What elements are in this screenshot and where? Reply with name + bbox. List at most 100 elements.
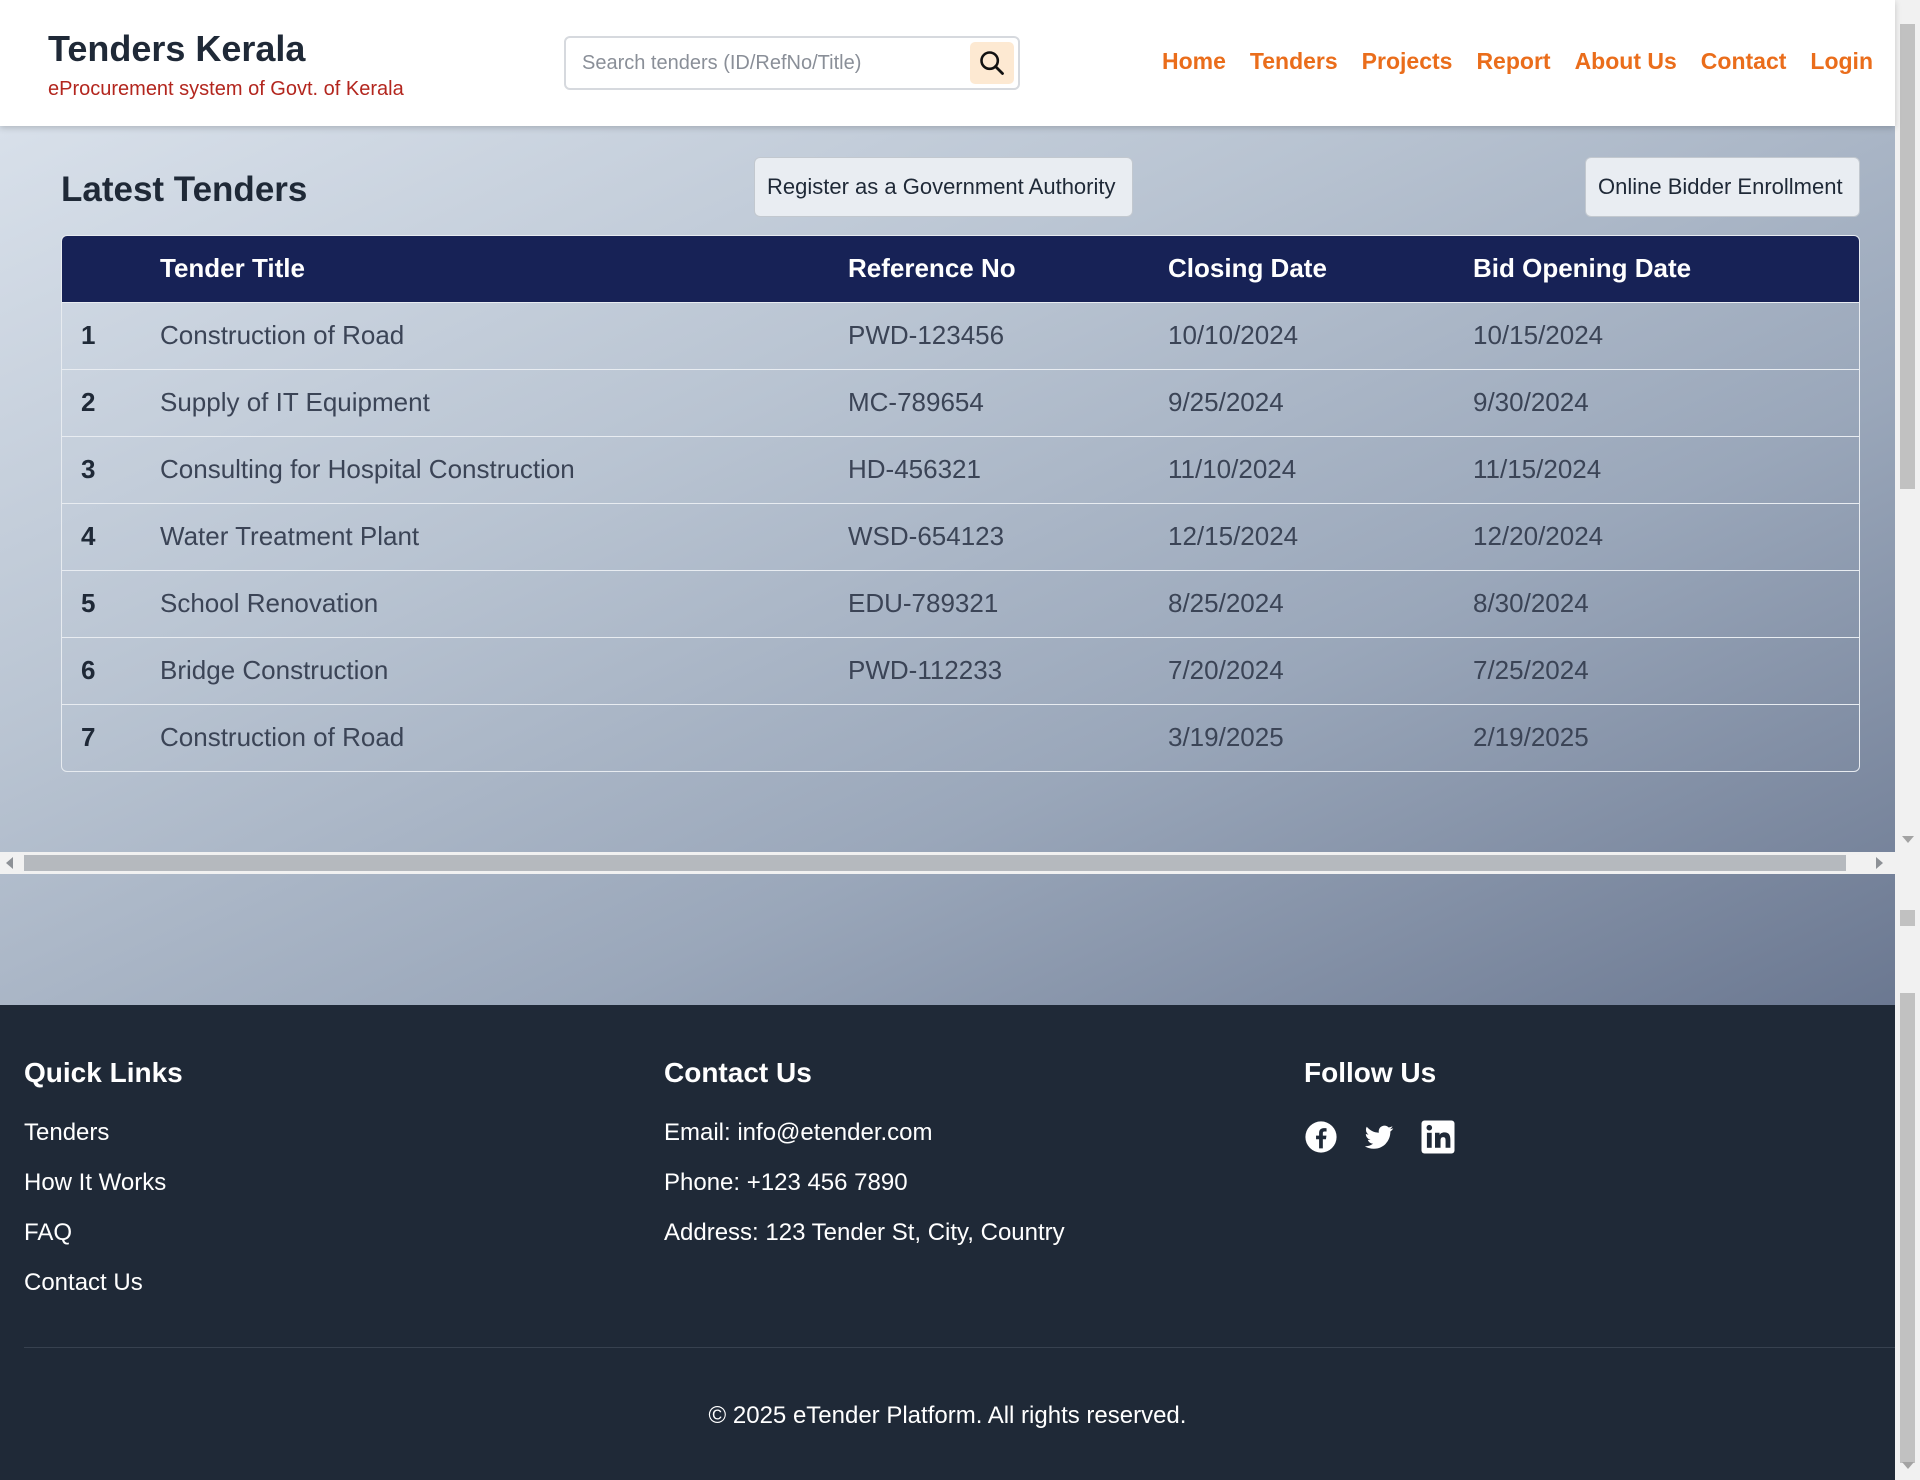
search-input[interactable] [582, 48, 952, 78]
table-row[interactable]: 7 Construction of Road 3/19/2025 2/19/20… [62, 703, 1859, 771]
reference-no: PWD-123456 [848, 301, 1168, 369]
row-number: 7 [62, 703, 160, 771]
column-header-closing: Closing Date [1168, 236, 1473, 302]
search-icon [980, 51, 1004, 75]
column-header-title: Tender Title [160, 236, 848, 302]
footer-link-how-it-works[interactable]: How It Works [24, 1169, 183, 1197]
table-row[interactable]: 5 School Renovation EDU-789321 8/25/2024… [62, 569, 1859, 637]
reference-no: MC-789654 [848, 368, 1168, 436]
table-row[interactable]: 4 Water Treatment Plant WSD-654123 12/15… [62, 502, 1859, 570]
column-header-index [62, 236, 160, 302]
main-nav: Home Tenders Projects Report About Us Co… [1162, 48, 1873, 75]
search-button[interactable] [970, 42, 1014, 84]
horizontal-scrollbar[interactable] [0, 852, 1895, 874]
follow-section: Follow Us [1304, 1057, 1456, 1155]
row-number: 5 [62, 569, 160, 637]
nav-login[interactable]: Login [1810, 48, 1873, 75]
bid-opening-date: 12/20/2024 [1473, 502, 1859, 570]
tender-title[interactable]: Supply of IT Equipment [160, 368, 848, 436]
bid-opening-date: 11/15/2024 [1473, 435, 1859, 503]
tender-title[interactable]: Consulting for Hospital Construction [160, 435, 848, 503]
footer-link-faq[interactable]: FAQ [24, 1219, 183, 1247]
closing-date: 3/19/2025 [1168, 703, 1473, 771]
scroll-down-arrow-icon[interactable] [1902, 836, 1914, 843]
bid-opening-date: 8/30/2024 [1473, 569, 1859, 637]
scroll-right-arrow-icon[interactable] [1876, 857, 1883, 869]
vertical-scroll-thumb-small[interactable] [1900, 910, 1915, 926]
quick-links-title: Quick Links [24, 1057, 183, 1088]
tender-title[interactable]: School Renovation [160, 569, 848, 637]
closing-date: 7/20/2024 [1168, 636, 1473, 704]
tender-title[interactable]: Bridge Construction [160, 636, 848, 704]
closing-date: 11/10/2024 [1168, 435, 1473, 503]
follow-title: Follow Us [1304, 1057, 1437, 1088]
tender-title[interactable]: Water Treatment Plant [160, 502, 848, 570]
vertical-scroll-thumb[interactable] [1900, 24, 1915, 489]
site-header: Tenders Kerala eProcurement system of Go… [0, 0, 1895, 126]
bid-opening-date: 2/19/2025 [1473, 703, 1859, 771]
closing-date: 9/25/2024 [1168, 368, 1473, 436]
reference-no: EDU-789321 [848, 569, 1168, 637]
footer-link-tenders[interactable]: Tenders [24, 1119, 183, 1147]
contact-phone: Phone: +123 456 7890 [664, 1169, 908, 1196]
row-number: 6 [62, 636, 160, 704]
row-number: 2 [62, 368, 160, 436]
bidder-enrollment-button[interactable]: Online Bidder Enrollment [1585, 157, 1860, 217]
site-footer: Quick Links Tenders How It Works FAQ Con… [0, 1005, 1895, 1480]
reference-no: HD-456321 [848, 435, 1168, 503]
contact-title: Contact Us [664, 1057, 812, 1088]
column-header-opening: Bid Opening Date [1473, 236, 1859, 302]
closing-date: 10/10/2024 [1168, 301, 1473, 369]
copyright-text: © 2025 eTender Platform. All rights rese… [708, 1402, 1187, 1429]
horizontal-scroll-thumb[interactable] [24, 855, 1846, 871]
social-links [1304, 1119, 1456, 1155]
quick-links-section: Quick Links Tenders How It Works FAQ Con… [24, 1057, 183, 1319]
reference-no: PWD-112233 [848, 636, 1168, 704]
contact-email: Email: info@etender.com [664, 1119, 933, 1146]
table-row[interactable]: 6 Bridge Construction PWD-112233 7/20/20… [62, 636, 1859, 704]
bid-opening-date: 10/15/2024 [1473, 301, 1859, 369]
reference-no [848, 703, 1168, 771]
scroll-left-arrow-icon[interactable] [6, 857, 13, 869]
nav-tenders[interactable]: Tenders [1250, 48, 1338, 75]
bid-opening-date: 7/25/2024 [1473, 636, 1859, 704]
closing-date: 8/25/2024 [1168, 569, 1473, 637]
brand-subtitle: eProcurement system of Govt. of Kerala [48, 78, 404, 100]
brand-title[interactable]: Tenders Kerala [48, 28, 305, 70]
footer-link-contact-us[interactable]: Contact Us [24, 1269, 183, 1297]
table-row[interactable]: 2 Supply of IT Equipment MC-789654 9/25/… [62, 368, 1859, 436]
main-content: Latest Tenders Register as a Government … [0, 126, 1895, 1005]
nav-report[interactable]: Report [1476, 48, 1550, 75]
row-number: 4 [62, 502, 160, 570]
tender-title[interactable]: Construction of Road [160, 703, 848, 771]
page-vertical-scrollbar[interactable] [1895, 0, 1920, 1480]
twitter-icon[interactable] [1362, 1120, 1396, 1154]
linkedin-icon[interactable] [1420, 1119, 1456, 1155]
page: Tenders Kerala eProcurement system of Go… [0, 0, 1895, 1480]
contact-address: Address: 123 Tender St, City, Country [664, 1219, 1065, 1246]
table-row[interactable]: 1 Construction of Road PWD-123456 10/10/… [62, 301, 1859, 369]
row-number: 1 [62, 301, 160, 369]
nav-projects[interactable]: Projects [1362, 48, 1453, 75]
vertical-scroll-thumb-lower[interactable] [1900, 993, 1915, 1463]
register-authority-button[interactable]: Register as a Government Authority [754, 157, 1133, 217]
tender-title[interactable]: Construction of Road [160, 301, 848, 369]
footer-divider [24, 1347, 1895, 1348]
tenders-scroll-area: Latest Tenders Register as a Government … [0, 126, 1895, 874]
reference-no: WSD-654123 [848, 502, 1168, 570]
contact-section: Contact Us Email: info@etender.com Phone… [664, 1057, 1065, 1269]
row-number: 3 [62, 435, 160, 503]
table-header-row: Tender Title Reference No Closing Date B… [62, 236, 1859, 302]
page-title: Latest Tenders [61, 170, 308, 209]
bid-opening-date: 9/30/2024 [1473, 368, 1859, 436]
nav-contact[interactable]: Contact [1701, 48, 1787, 75]
tenders-table-wrap: Tender Title Reference No Closing Date B… [61, 235, 1860, 772]
table-row[interactable]: 3 Consulting for Hospital Construction H… [62, 435, 1859, 503]
facebook-icon[interactable] [1304, 1120, 1338, 1154]
column-header-reference: Reference No [848, 236, 1168, 302]
scroll-down-arrow-icon[interactable] [1902, 1462, 1914, 1469]
search-box [564, 36, 1020, 90]
tenders-table: Tender Title Reference No Closing Date B… [62, 236, 1859, 771]
nav-home[interactable]: Home [1162, 48, 1226, 75]
nav-about-us[interactable]: About Us [1575, 48, 1677, 75]
